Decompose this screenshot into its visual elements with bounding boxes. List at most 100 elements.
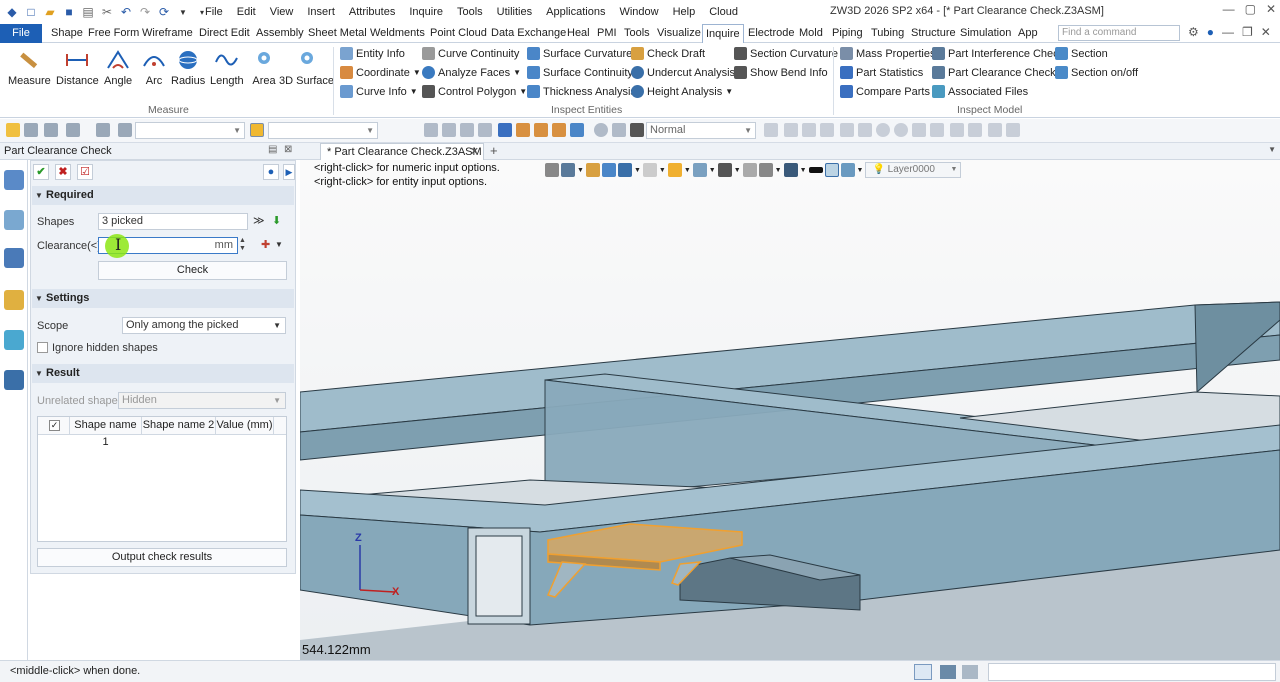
user-manager-icon[interactable]: [4, 370, 24, 390]
curve-icon[interactable]: [930, 123, 944, 137]
pick-icon[interactable]: [44, 123, 58, 137]
scope-select[interactable]: Only among the picked ▼: [122, 317, 286, 334]
history-manager-icon[interactable]: [4, 210, 24, 230]
settings-section-header[interactable]: Settings: [32, 289, 294, 308]
menu-attributes[interactable]: Attributes: [342, 6, 402, 18]
shape-icon[interactable]: [1006, 123, 1020, 137]
part-interference-check-button[interactable]: Part Interference Check: [932, 47, 1064, 60]
tab-wireframe[interactable]: Wireframe: [139, 24, 196, 43]
section-button[interactable]: Section: [1055, 47, 1108, 60]
menu-window[interactable]: Window: [612, 6, 665, 18]
bracket-icon[interactable]: [612, 123, 626, 137]
radius-button[interactable]: Radius: [171, 45, 205, 87]
tab-file[interactable]: File: [0, 24, 42, 43]
line-icon[interactable]: [858, 123, 872, 137]
align-icon[interactable]: [424, 123, 438, 137]
undo-icon[interactable]: ↶: [118, 4, 134, 20]
filter-combo[interactable]: ▼: [135, 122, 245, 139]
check-draft-button[interactable]: Check Draft: [631, 47, 705, 60]
find-command-input[interactable]: Find a command: [1058, 25, 1180, 41]
col-shape-name-1[interactable]: Shape name 1: [70, 417, 142, 448]
show-bend-info-button[interactable]: Show Bend Info: [734, 66, 828, 79]
section-curvature-button[interactable]: Section Curvature: [734, 47, 838, 60]
close-doc-icon[interactable]: ✕: [1261, 25, 1271, 39]
chevron-down-icon[interactable]: ▼: [659, 167, 666, 174]
tab-tools[interactable]: Tools: [621, 24, 653, 43]
app-logo-icon[interactable]: ◆: [4, 4, 20, 20]
model-view[interactable]: [300, 160, 1280, 660]
menu-cloud[interactable]: Cloud: [702, 6, 745, 18]
chevron-down-icon[interactable]: ▼: [1268, 145, 1276, 154]
chevron-down-icon[interactable]: ▼: [775, 167, 782, 174]
double-chevron-icon[interactable]: ≫: [253, 214, 265, 227]
history-icon[interactable]: [594, 123, 608, 137]
menu-file[interactable]: File: [198, 6, 230, 18]
display-mode-icon[interactable]: [692, 163, 707, 177]
menu-utilities[interactable]: Utilities: [490, 6, 539, 18]
align-icon[interactable]: [478, 123, 492, 137]
save-icon[interactable]: ■: [61, 4, 77, 20]
pointer-icon[interactable]: [498, 123, 512, 137]
arc-tool-icon[interactable]: [950, 123, 964, 137]
chevron-down-icon[interactable]: ▼: [634, 167, 641, 174]
status-toggle-icon[interactable]: [914, 664, 932, 680]
tab-electrode[interactable]: Electrode: [745, 24, 797, 43]
tool-icon[interactable]: [820, 123, 834, 137]
highlight-icon[interactable]: [250, 123, 264, 137]
spinner-icon[interactable]: ▲ ▼: [239, 237, 249, 254]
length-button[interactable]: Length: [210, 45, 244, 87]
chevron-down-icon[interactable]: ▼: [734, 167, 741, 174]
cut-icon[interactable]: ✂: [99, 4, 115, 20]
minimize-ribbon-icon[interactable]: —: [1222, 25, 1234, 39]
wcs-icon[interactable]: [96, 123, 110, 137]
align-icon[interactable]: [460, 123, 474, 137]
select-all-cell[interactable]: ✓: [38, 417, 70, 435]
measure-button[interactable]: Measure: [8, 45, 51, 87]
filter-icon[interactable]: [24, 123, 38, 137]
new-file-icon[interactable]: □: [23, 4, 39, 20]
settings-icon[interactable]: ⚙: [1188, 25, 1199, 39]
shape-icon[interactable]: [988, 123, 1002, 137]
shaded-icon[interactable]: [601, 163, 616, 177]
view-orient-icon[interactable]: [561, 163, 575, 177]
maximize-icon[interactable]: ▢: [1245, 2, 1256, 16]
ok-icon[interactable]: ✔: [33, 164, 49, 180]
command-input[interactable]: [988, 663, 1276, 681]
surface-continuity-button[interactable]: Surface Continuity: [527, 66, 633, 79]
cancel-icon[interactable]: ✖: [55, 164, 71, 180]
chevron-down-icon[interactable]: ▼: [684, 167, 691, 174]
tab-point-cloud[interactable]: Point Cloud: [427, 24, 490, 43]
view-manager-icon[interactable]: [4, 330, 24, 350]
curve-continuity-button[interactable]: Curve Continuity: [422, 47, 519, 60]
help-icon[interactable]: ●: [1207, 25, 1214, 39]
line-style-combo[interactable]: Normal ▼: [646, 122, 756, 139]
menu-help[interactable]: Help: [666, 6, 703, 18]
line-color-icon[interactable]: [808, 167, 823, 173]
select-icon[interactable]: [6, 123, 20, 137]
component-icon[interactable]: [516, 123, 530, 137]
tab-structure[interactable]: Structure: [908, 24, 959, 43]
menu-insert[interactable]: Insert: [300, 6, 342, 18]
circle-icon[interactable]: [894, 123, 908, 137]
entity-combo[interactable]: ▼: [268, 122, 378, 139]
close-icon[interactable]: ✕: [1266, 2, 1276, 16]
doc-tab[interactable]: * Part Clearance Check.Z3ASM ✕: [320, 143, 484, 160]
menu-applications[interactable]: Applications: [539, 6, 612, 18]
output-check-results-button[interactable]: Output check results: [37, 548, 287, 567]
pan-icon[interactable]: [717, 163, 732, 177]
tool-icon[interactable]: [784, 123, 798, 137]
tab-free-form[interactable]: Free Form: [85, 24, 142, 43]
tab-heal[interactable]: Heal: [564, 24, 593, 43]
info-icon[interactable]: ●: [263, 164, 279, 180]
mass-properties-button[interactable]: Mass Properties: [840, 47, 935, 60]
entity-info-button[interactable]: Entity Info: [340, 47, 405, 60]
tool-icon[interactable]: [802, 123, 816, 137]
chevron-down-icon[interactable]: ▼: [275, 240, 283, 249]
redo-icon[interactable]: ↷: [137, 4, 153, 20]
part-manager-icon[interactable]: [4, 290, 24, 310]
open-file-icon[interactable]: ▰: [42, 4, 58, 20]
ignore-hidden-checkbox[interactable]: [37, 342, 48, 353]
layer-combo[interactable]: 💡 Layer0000 ▼: [865, 162, 962, 178]
component-icon[interactable]: [552, 123, 566, 137]
line-icon[interactable]: [840, 123, 854, 137]
